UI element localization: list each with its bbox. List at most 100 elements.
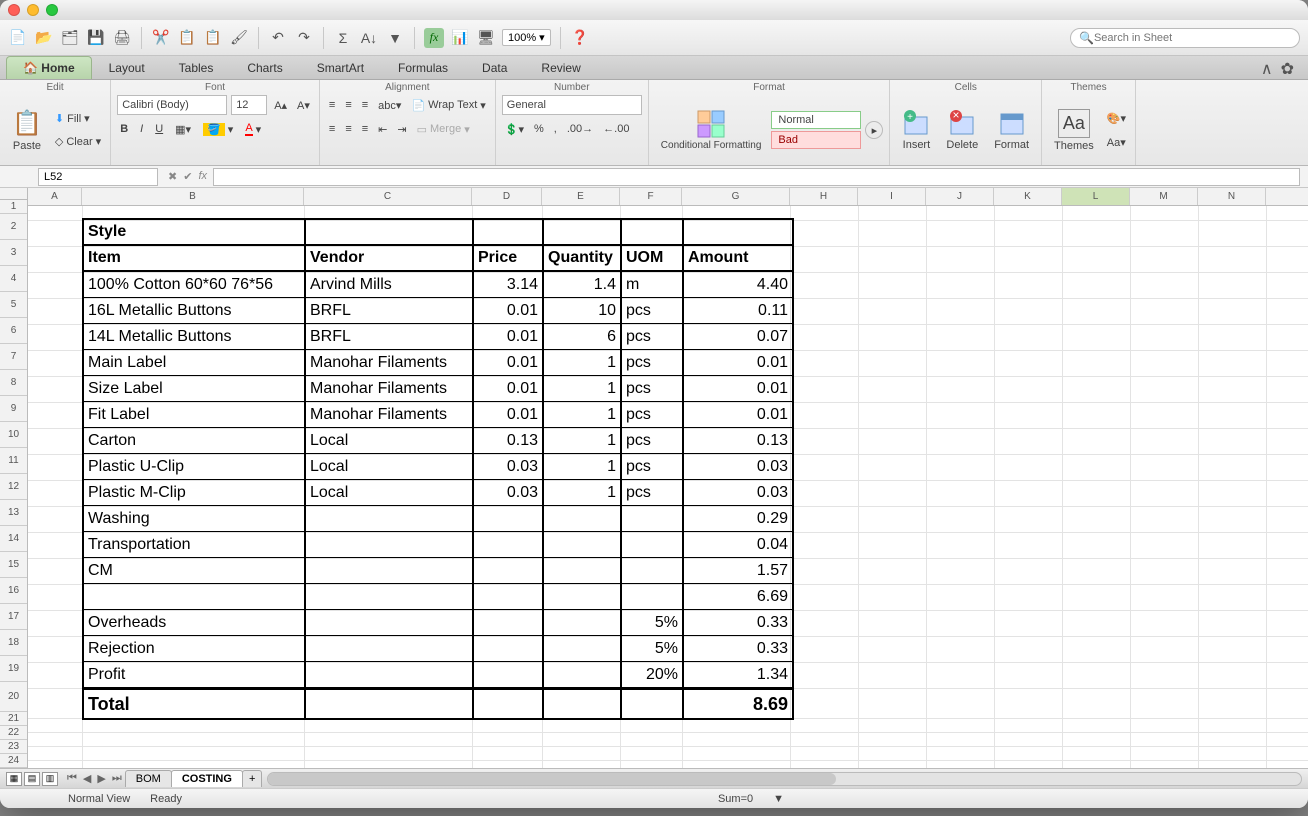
table-cell[interactable] [622,220,684,246]
cut-icon[interactable]: ✂️ [151,28,171,48]
table-cell[interactable] [544,558,622,584]
align-top-button[interactable]: ≡ [326,95,338,115]
table-cell[interactable]: Washing [84,506,306,532]
table-cell[interactable] [544,662,622,688]
table-cell[interactable]: Transportation [84,532,306,558]
table-cell[interactable]: 16L Metallic Buttons [84,298,306,324]
table-cell[interactable]: Manohar Filaments [306,376,474,402]
style-bad[interactable]: Bad [771,131,861,149]
save-icon[interactable]: 💾 [86,28,106,48]
col-header-H[interactable]: H [790,188,858,205]
col-header-M[interactable]: M [1130,188,1198,205]
row-header-15[interactable]: 15 [0,552,27,578]
table-cell[interactable] [622,506,684,532]
table-cell[interactable]: 1.34 [684,662,792,688]
sort-icon[interactable]: A↓ [359,28,379,48]
first-sheet-icon[interactable]: ⏮ [64,772,80,785]
align-bottom-button[interactable]: ≡ [359,95,371,115]
comma-button[interactable]: , [551,119,560,139]
currency-button[interactable]: 💲▾ [502,119,527,139]
table-cell[interactable]: Local [306,480,474,506]
page-break-icon[interactable]: ▥ [42,772,58,786]
table-cell[interactable] [474,558,544,584]
table-cell[interactable]: pcs [622,480,684,506]
hdr-item[interactable]: Item [84,246,306,272]
delete-cells-button[interactable]: ×Delete [940,106,984,154]
table-cell[interactable] [306,558,474,584]
row-header-9[interactable]: 9 [0,396,27,422]
table-cell[interactable]: 1.4 [544,272,622,298]
table-cell[interactable]: 20% [622,662,684,688]
hdr-vendor[interactable]: Vendor [306,246,474,272]
font-name-dropdown[interactable]: Calibri (Body) [117,95,227,115]
table-cell[interactable]: Size Label [84,376,306,402]
row-header-17[interactable]: 17 [0,604,27,630]
table-cell[interactable]: Plastic M-Clip [84,480,306,506]
cell-style-label[interactable]: Style [84,220,306,246]
row-header-12[interactable]: 12 [0,474,27,500]
table-cell[interactable]: 0.01 [684,402,792,428]
orientation-button[interactable]: abc▾ [375,95,404,115]
row-header-4[interactable]: 4 [0,266,27,292]
table-cell[interactable]: Carton [84,428,306,454]
last-sheet-icon[interactable]: ⏭ [109,772,125,785]
table-cell[interactable] [544,584,622,610]
paste-button[interactable]: 📋 Paste [6,106,48,155]
table-cell[interactable]: 4.40 [684,272,792,298]
table-cell[interactable]: BRFL [306,324,474,350]
table-cell[interactable] [544,532,622,558]
italic-button[interactable]: I [137,119,146,139]
shrink-font-button[interactable]: A▾ [294,95,313,115]
chart-icon[interactable]: 📊 [450,28,470,48]
row-header-20[interactable]: 20 [0,682,27,712]
redo-icon[interactable]: ↷ [294,28,314,48]
clear-button[interactable]: ◇Clear ▾ [52,132,104,152]
row-header-3[interactable]: 3 [0,240,27,266]
table-cell[interactable]: BRFL [306,298,474,324]
percent-button[interactable]: % [531,119,547,139]
row-header-21[interactable]: 21 [0,712,27,726]
theme-colors-button[interactable]: 🎨▾ [1104,108,1129,128]
table-cell[interactable] [474,506,544,532]
fx-icon[interactable]: fx [424,28,444,48]
table-cell[interactable] [622,558,684,584]
table-cell[interactable] [474,690,544,718]
close-icon[interactable] [8,4,20,16]
fill-color-button[interactable]: 🪣▾ [200,119,236,139]
table-cell[interactable]: 0.01 [474,402,544,428]
underline-button[interactable]: U [152,119,166,139]
help-icon[interactable]: ❓ [570,28,590,48]
row-header-14[interactable]: 14 [0,526,27,552]
table-cell[interactable] [622,690,684,718]
table-cell[interactable] [474,636,544,662]
table-cell[interactable]: Plastic U-Clip [84,454,306,480]
table-cell[interactable]: pcs [622,298,684,324]
table-cell[interactable] [474,610,544,636]
tab-home[interactable]: 🏠 Home [6,56,92,79]
hdr-price[interactable]: Price [474,246,544,272]
table-cell[interactable]: 0.03 [684,454,792,480]
align-left-button[interactable]: ≡ [326,119,338,139]
search-input[interactable] [1094,32,1291,44]
table-cell[interactable] [306,584,474,610]
table-cell[interactable] [306,636,474,662]
table-cell[interactable]: 6 [544,324,622,350]
table-cell[interactable]: 1 [544,454,622,480]
maximize-icon[interactable] [46,4,58,16]
hdr-uom[interactable]: UOM [622,246,684,272]
paste-icon[interactable]: 📋 [203,28,223,48]
col-header-J[interactable]: J [926,188,994,205]
prev-sheet-icon[interactable]: ◀ [80,772,94,785]
tab-data[interactable]: Data [465,56,524,79]
cancel-formula-icon[interactable]: ✖ [168,170,177,183]
accept-formula-icon[interactable]: ✔ [183,170,192,183]
align-right-button[interactable]: ≡ [359,119,371,139]
col-header-K[interactable]: K [994,188,1062,205]
new-icon[interactable]: 📄 [8,28,28,48]
status-dropdown-icon[interactable]: ▼ [773,793,784,805]
table-cell[interactable]: 0.29 [684,506,792,532]
row-header-7[interactable]: 7 [0,344,27,370]
conditional-formatting-button[interactable]: Conditional Formatting [655,107,768,154]
row-header-18[interactable]: 18 [0,630,27,656]
table-cell[interactable] [306,610,474,636]
